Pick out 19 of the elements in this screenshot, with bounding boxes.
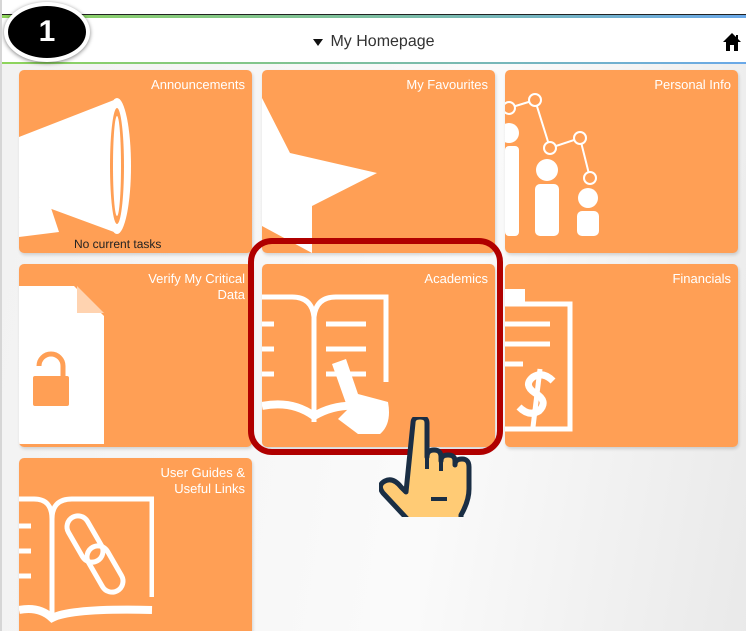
tile-title: Verify My Critical Data	[147, 270, 246, 303]
tile-status: No current tasks	[74, 237, 162, 251]
tile-title: My Favourites	[405, 76, 489, 93]
tile-title: Personal Info	[653, 76, 732, 93]
homepage-tile[interactable]: My Favourites	[262, 70, 495, 253]
tile-title: Academics	[423, 270, 489, 287]
home-icon[interactable]	[722, 32, 742, 52]
tile-title: User Guides & Useful Links	[159, 464, 246, 497]
homepage-tile[interactable]: User Guides & Useful Links	[19, 458, 252, 631]
homepage-tile[interactable]: Announcements No current tasks	[19, 70, 252, 253]
pointing-hand-icon	[379, 417, 474, 517]
homepage-tile[interactable]: Academics	[262, 264, 495, 447]
homepage-tile[interactable]: Personal Info	[505, 70, 738, 253]
caret-icon	[313, 38, 324, 46]
tile-title: Announcements	[150, 76, 246, 93]
homepage-tile[interactable]: Verify My Critical Data	[19, 264, 252, 447]
book-link-icon	[19, 496, 154, 626]
tile-title: Financials	[671, 270, 732, 287]
homepage-tile[interactable]: Financials	[505, 264, 738, 447]
